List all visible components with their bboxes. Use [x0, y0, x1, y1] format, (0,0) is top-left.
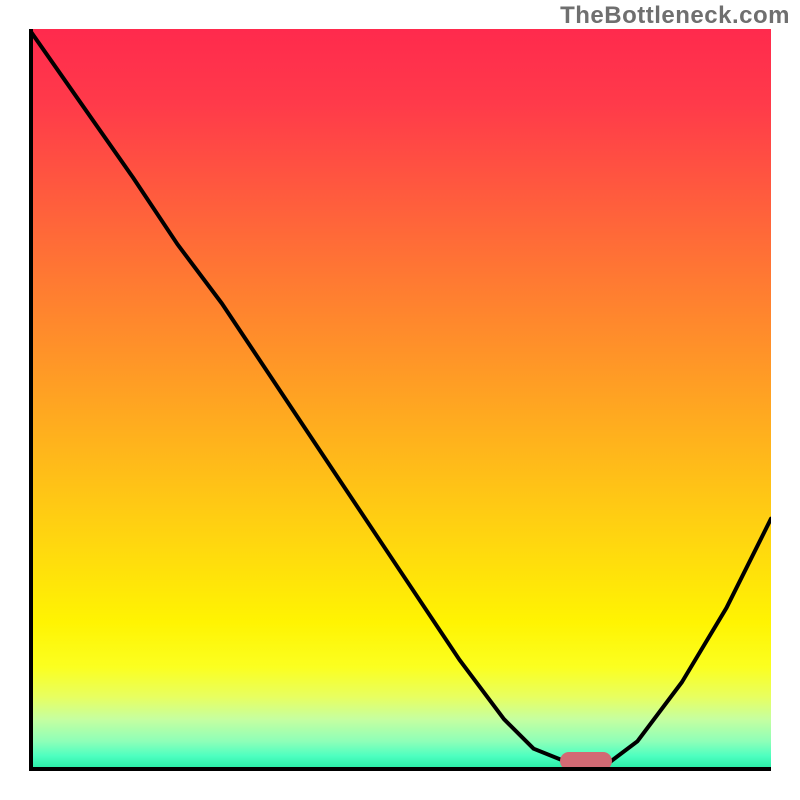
- bottleneck-chart: TheBottleneck.com: [0, 0, 800, 800]
- watermark-text: TheBottleneck.com: [560, 2, 790, 30]
- curve-layer: [29, 29, 771, 771]
- optimal-zone-marker: [560, 752, 612, 770]
- bottleneck-curve-line: [29, 29, 771, 764]
- plot-area: [29, 29, 771, 771]
